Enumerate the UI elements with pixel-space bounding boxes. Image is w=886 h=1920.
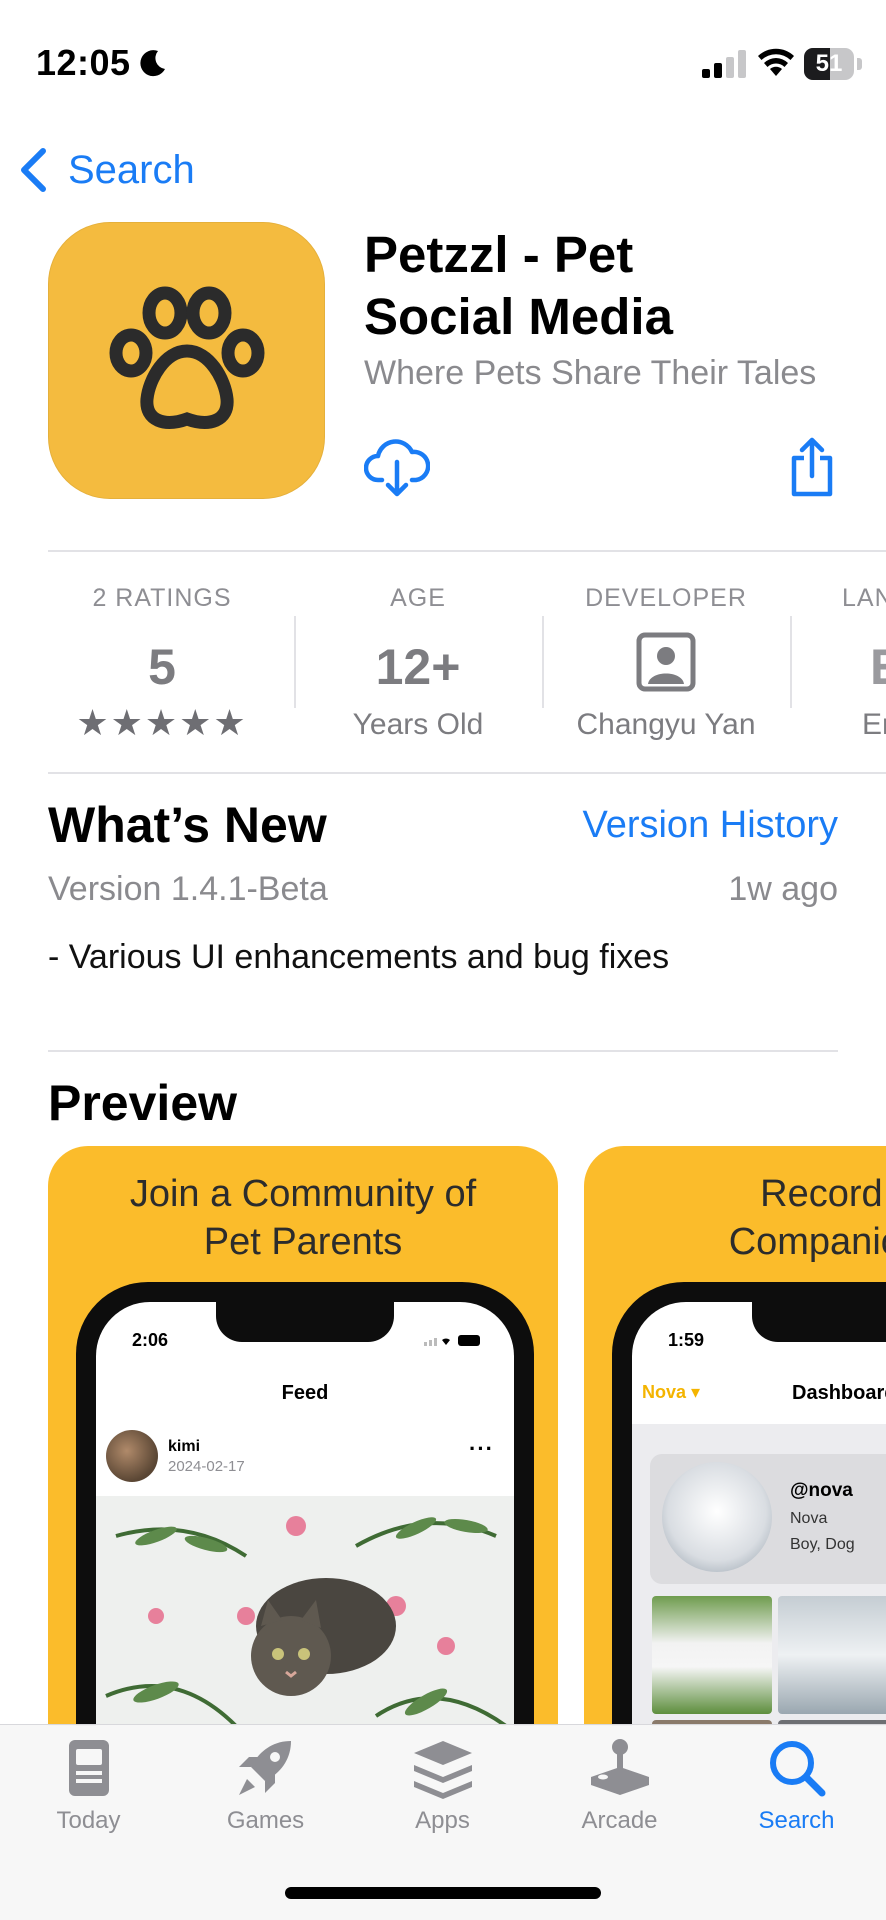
moon-icon (140, 50, 165, 77)
column-separator (790, 616, 792, 708)
preview-screenshot-2[interactable]: Record Y Companion's 1:59 Nova ▾ Dashboa… (584, 1146, 886, 1726)
screen-title: Feed (281, 1382, 329, 1404)
screen-title: Dashboard (792, 1382, 886, 1404)
rocket-icon (238, 1741, 291, 1795)
post-username: kimi (168, 1438, 201, 1455)
language-sub: En (862, 708, 886, 741)
today-icon (68, 1740, 109, 1796)
app-icon (48, 222, 325, 499)
screen-status-icons (424, 1335, 480, 1346)
whats-new-title: What’s New (48, 797, 327, 853)
phone-screen: 2:06 Feed kimi 2024-02-17 ··· (96, 1302, 514, 1726)
developer-name: Changyu Yan (576, 708, 756, 741)
tab-today[interactable]: Today (0, 1737, 177, 1857)
tab-label: Apps (415, 1807, 470, 1834)
photo-thumbnail (778, 1596, 886, 1714)
tab-search[interactable]: Search (708, 1737, 885, 1857)
pet-handle: @nova (790, 1480, 853, 1501)
tab-label: Today (56, 1807, 121, 1834)
cellular-signal-icon (702, 50, 746, 78)
age-sub: Years Old (352, 708, 484, 741)
version-label: Version 1.4.1-Beta (48, 870, 328, 908)
column-separator (542, 616, 544, 708)
tab-games[interactable]: Games (177, 1737, 354, 1857)
avatar (106, 1430, 158, 1482)
language-value: E (870, 638, 886, 696)
developer-person-icon (636, 632, 696, 692)
app-title-line1: Petzzl - Pet (364, 226, 634, 283)
divider (48, 772, 886, 774)
photo-thumbnail (652, 1596, 772, 1714)
caption-line: Pet Parents (203, 1221, 403, 1263)
wifi-icon (758, 48, 794, 76)
developer-heading: DEVELOPER (585, 584, 747, 612)
tab-label: Search (758, 1807, 835, 1834)
preview-screenshot-1[interactable]: Join a Community of Pet Parents 2:06 Fee… (48, 1146, 558, 1726)
phone-screen: 1:59 Nova ▾ Dashboard @nova Nova Boy, Do… (632, 1302, 886, 1726)
phone-mockup: 1:59 Nova ▾ Dashboard @nova Nova Boy, Do… (612, 1282, 886, 1726)
share-icon[interactable] (788, 436, 836, 498)
app-title: Petzzl - Pet Social Media (364, 224, 834, 348)
post-photo (96, 1496, 514, 1726)
ratings-heading: 2 RATINGS (92, 584, 232, 612)
phone-notch (752, 1302, 886, 1342)
search-icon (769, 1741, 825, 1797)
pet-avatar (662, 1462, 772, 1572)
tab-label: Games (226, 1807, 305, 1834)
screen-time: 1:59 (668, 1330, 705, 1350)
pet-profile-card: @nova Nova Boy, Dog (650, 1454, 886, 1584)
status-bar: 12:05 51 (0, 0, 886, 120)
ratings-value: 5 (148, 639, 176, 695)
back-label: Search (68, 147, 195, 192)
tab-label: Arcade (581, 1807, 658, 1834)
post-date: 2024-02-17 (168, 1458, 245, 1475)
info-row: 2 RATINGS 5 ★★★★★ AGE 12+ Years Old DEVE… (0, 552, 886, 772)
preview-caption: Join a Community of Pet Parents (48, 1170, 558, 1266)
download-cloud-icon[interactable] (364, 436, 430, 498)
preview-carousel[interactable]: Join a Community of Pet Parents 2:06 Fee… (0, 1146, 886, 1726)
pet-name: Nova (790, 1510, 828, 1527)
status-time: 12:05 (36, 42, 131, 83)
release-notes: - Various UI enhancements and bug fixes (48, 938, 670, 976)
caption-line: Companion's (728, 1221, 886, 1263)
battery-level: 51 (815, 50, 843, 77)
layers-icon (413, 1741, 472, 1799)
paw-icon (109, 286, 264, 429)
age-value: 12+ (375, 639, 461, 695)
back-button[interactable]: Search (18, 142, 195, 198)
app-title-line2: Social Media (364, 288, 673, 345)
app-subtitle: Where Pets Share Their Tales (364, 354, 817, 392)
preview-caption: Record Y Companion's (584, 1170, 886, 1266)
tab-arcade[interactable]: Arcade (531, 1737, 708, 1857)
pet-selector: Nova ▾ (642, 1382, 701, 1402)
preview-title: Preview (48, 1075, 238, 1131)
joystick-icon (590, 1739, 649, 1795)
screen-time: 2:06 (132, 1330, 169, 1350)
dashboard-area: @nova Nova Boy, Dog (632, 1424, 886, 1726)
tab-apps[interactable]: Apps (354, 1737, 531, 1857)
more-icon: ··· (469, 1436, 494, 1461)
divider (48, 1050, 838, 1052)
pet-description: Boy, Dog (790, 1536, 855, 1553)
caption-line: Record Y (760, 1173, 886, 1215)
phone-mockup: 2:06 Feed kimi 2024-02-17 ··· (76, 1282, 534, 1726)
version-history-link[interactable]: Version History (582, 804, 838, 847)
home-indicator (285, 1887, 601, 1899)
star-rating: ★★★★★ (76, 702, 248, 743)
battery-indicator: 51 (804, 48, 862, 80)
caption-line: Join a Community of (129, 1173, 477, 1215)
phone-notch (216, 1302, 394, 1342)
chevron-left-icon (21, 148, 46, 192)
age-heading: AGE (390, 584, 446, 612)
update-age: 1w ago (728, 870, 838, 908)
language-heading: LAN (842, 584, 886, 612)
